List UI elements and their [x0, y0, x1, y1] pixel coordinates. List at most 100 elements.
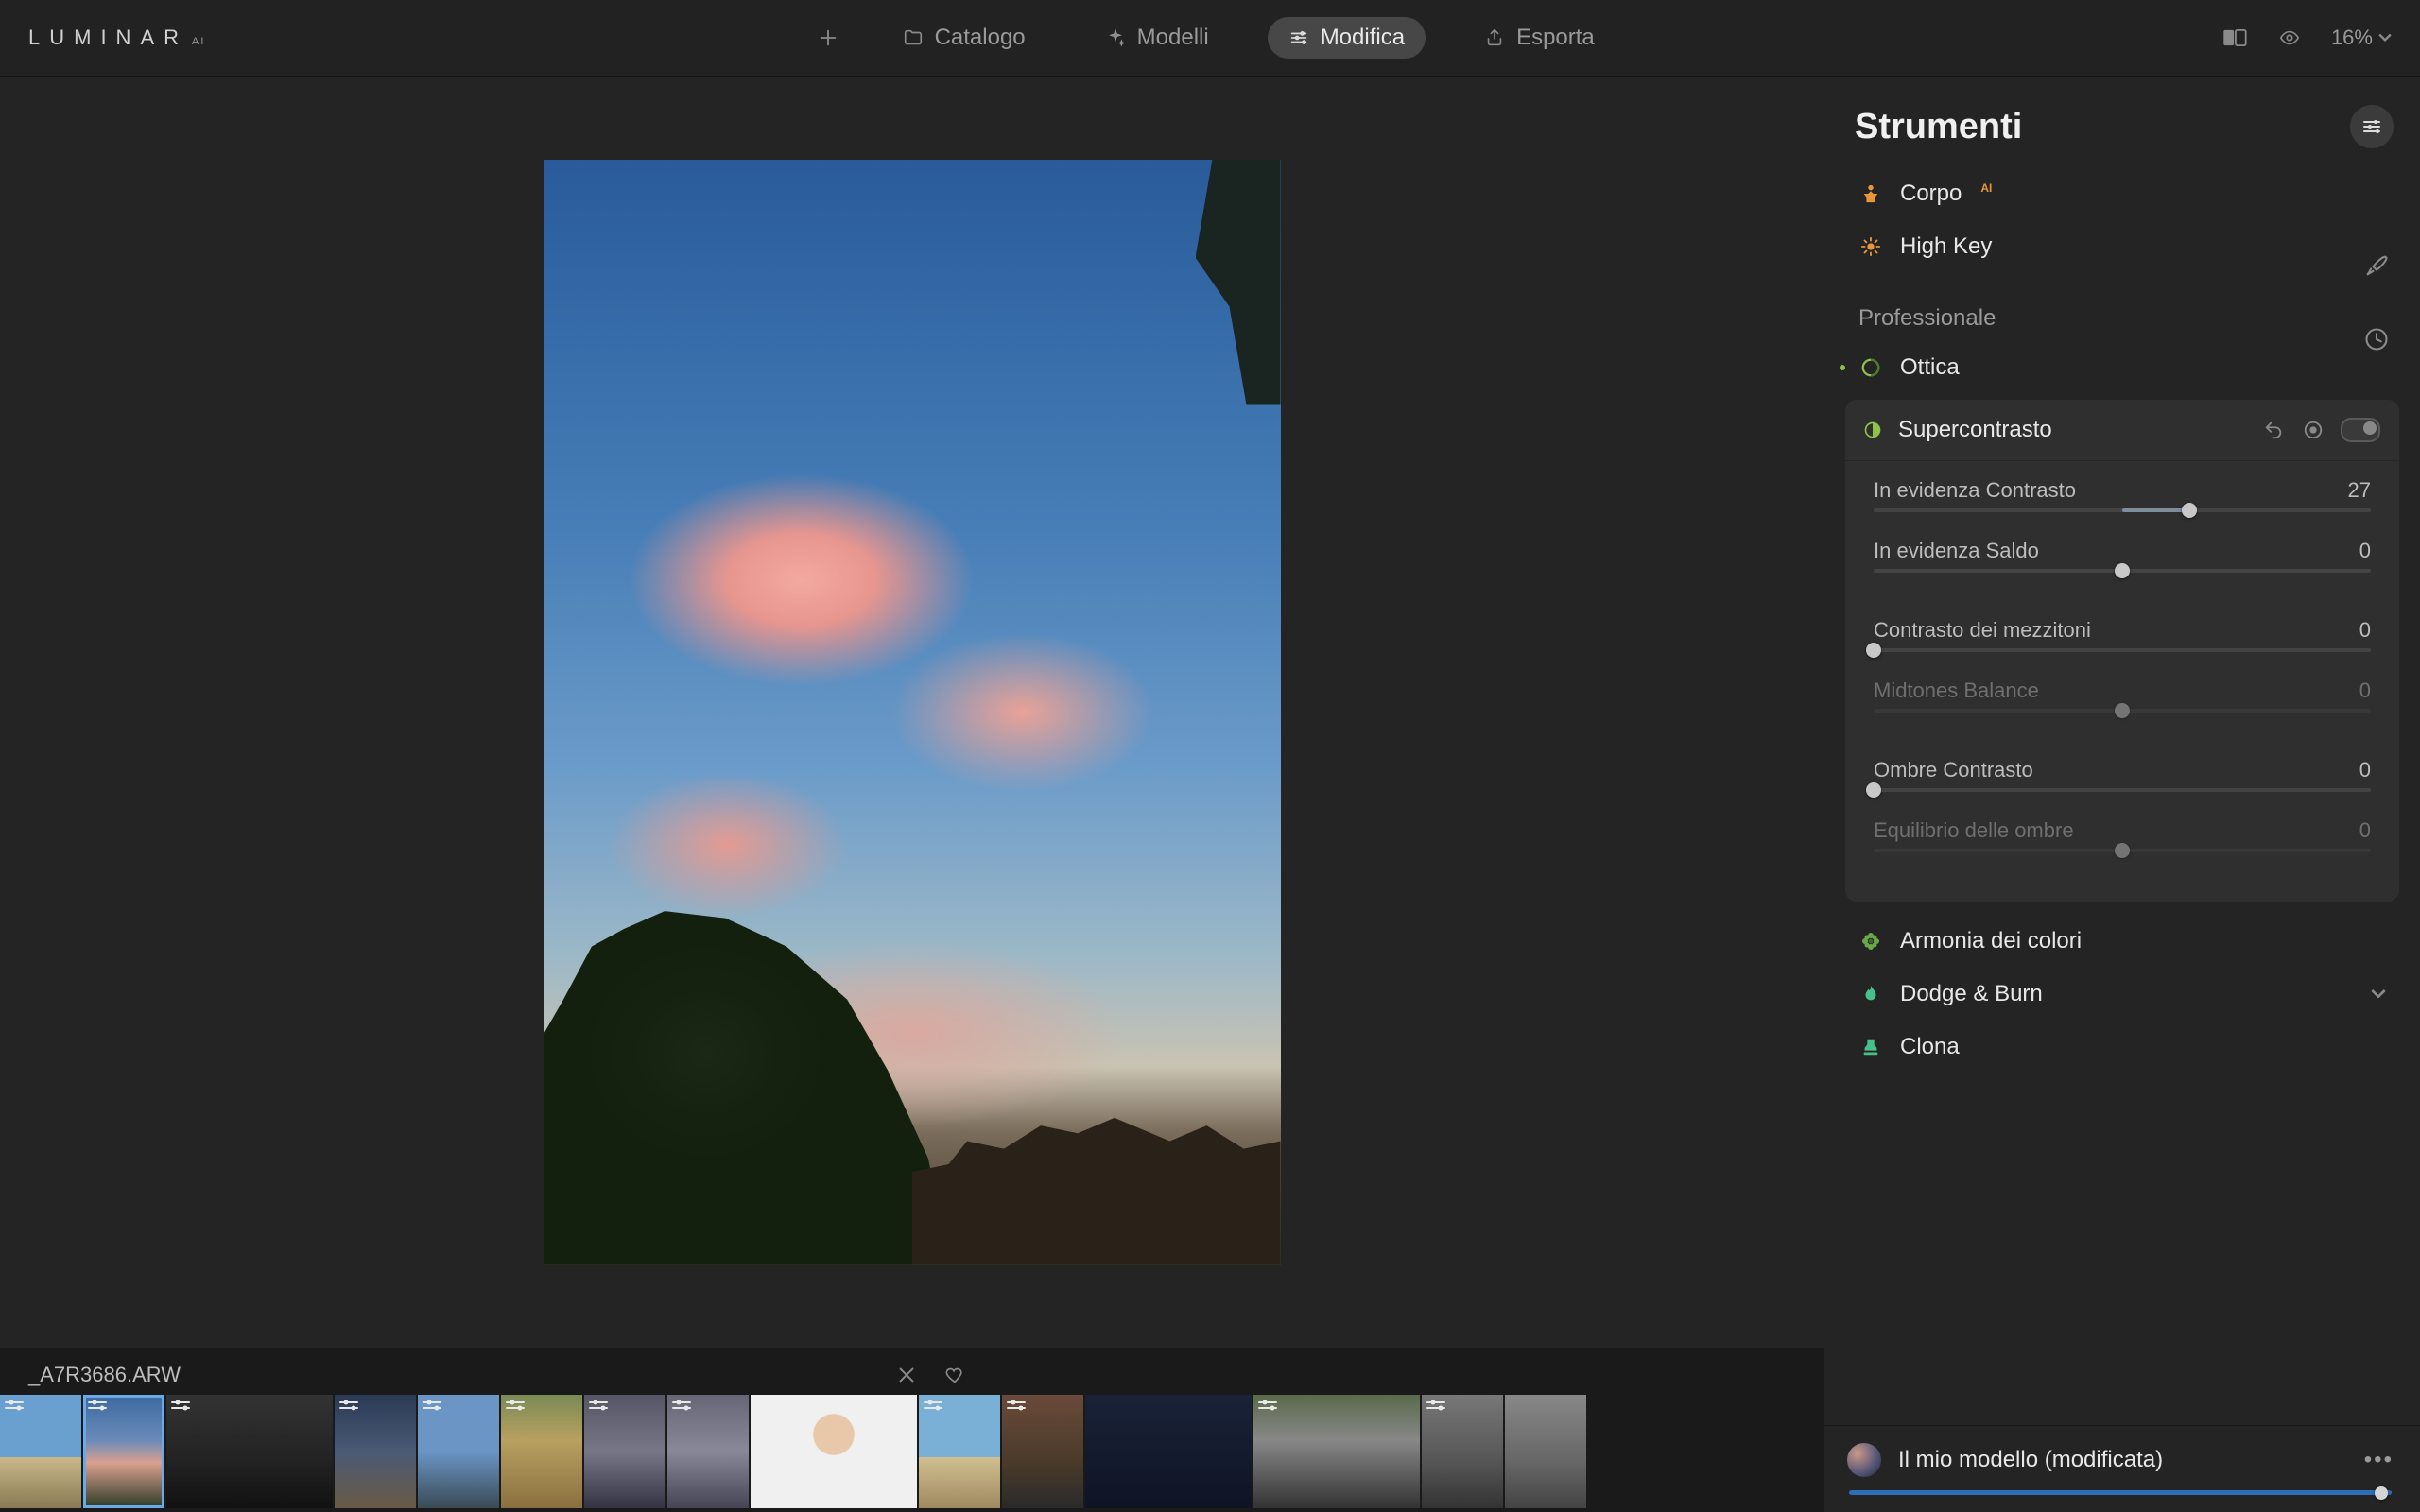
visibility-toggle[interactable] — [2341, 418, 2380, 442]
slider-track[interactable] — [1874, 849, 2371, 852]
main-tabs: Catalogo Modelli Modifica Esporta — [812, 17, 1616, 59]
slider-value: 0 — [2360, 539, 2371, 563]
tool-highkey[interactable]: High Key — [1845, 220, 2399, 273]
thumb[interactable] — [667, 1395, 749, 1508]
preview-button[interactable] — [2276, 27, 2303, 48]
thumb[interactable] — [418, 1395, 499, 1508]
thumb[interactable] — [83, 1395, 164, 1508]
tool-optics[interactable]: Ottica — [1845, 341, 2399, 394]
share-icon — [1484, 27, 1505, 48]
reject-button[interactable] — [892, 1361, 921, 1389]
photo-preview — [544, 160, 1281, 1265]
tool-highkey-label: High Key — [1900, 233, 1992, 260]
slider-handle[interactable] — [1866, 643, 1881, 658]
tool-color-harmony-label: Armonia dei colori — [1900, 928, 2082, 954]
tool-clone[interactable]: Clona — [1845, 1021, 2399, 1074]
compare-button[interactable] — [2221, 29, 2248, 46]
slider-row: In evidenza Saldo 0 — [1874, 539, 2371, 573]
slider-handle[interactable] — [2182, 503, 2197, 518]
edited-badge-icon — [338, 1399, 365, 1412]
zoom-dropdown[interactable]: 16% — [2331, 26, 2392, 50]
add-button[interactable] — [812, 22, 844, 54]
history-icon[interactable] — [2363, 326, 2392, 354]
template-row: Il mio modello (modificata) ••• — [1847, 1443, 2394, 1477]
slider-track[interactable] — [1874, 569, 2371, 573]
tab-export-label: Esporta — [1516, 25, 1595, 51]
thumb[interactable] — [1085, 1395, 1252, 1508]
tool-supercontrast-label: Supercontrasto — [1898, 417, 2052, 443]
template-amount-slider[interactable] — [1849, 1490, 2392, 1495]
flame-icon — [1858, 982, 1883, 1006]
sparkle-icon — [1105, 27, 1126, 48]
folder-icon — [903, 27, 924, 48]
undo-button[interactable] — [2261, 418, 2286, 442]
slider-value: 0 — [2360, 618, 2371, 643]
tool-clone-label: Clona — [1900, 1034, 1960, 1060]
favorite-button[interactable] — [940, 1361, 970, 1389]
slider-handle[interactable] — [2115, 843, 2130, 858]
thumb[interactable] — [1422, 1395, 1503, 1508]
sun-icon — [1858, 234, 1883, 259]
heart-icon — [943, 1365, 966, 1385]
slider-row: Ombre Contrasto0 — [1874, 758, 2371, 792]
thumb[interactable] — [501, 1395, 582, 1508]
slider-track[interactable] — [1874, 648, 2371, 652]
thumb[interactable] — [751, 1395, 917, 1508]
sliders-icon — [1288, 27, 1309, 48]
edited-badge-icon — [170, 1399, 197, 1412]
tool-supercontrast-head[interactable]: Supercontrasto — [1845, 400, 2399, 461]
slider-track[interactable] — [1874, 709, 2371, 713]
tool-head-icons — [2261, 418, 2380, 442]
filmstrip[interactable] — [0, 1395, 1824, 1512]
brush-icon[interactable] — [2363, 252, 2392, 281]
slider-handle[interactable] — [2375, 1486, 2388, 1500]
slider-row: In evidenza Contrasto27 — [1874, 478, 2371, 512]
thumb[interactable] — [1002, 1395, 1083, 1508]
slider-label: Contrasto dei mezzitoni — [1874, 618, 2091, 643]
tab-edit[interactable]: Modifica — [1268, 17, 1426, 59]
tab-templates-label: Modelli — [1137, 25, 1209, 51]
tab-templates[interactable]: Modelli — [1084, 17, 1230, 59]
thumb[interactable] — [584, 1395, 666, 1508]
zoom-value: 16% — [2331, 26, 2373, 50]
right-panel: Strumenti Corpo AI Hig — [1824, 77, 2420, 1512]
tool-body[interactable]: Corpo AI — [1845, 167, 2399, 220]
canvas[interactable] — [0, 77, 1824, 1348]
template-thumb — [1847, 1443, 1881, 1477]
tool-color-harmony[interactable]: Armonia dei colori — [1845, 915, 2399, 968]
thumb[interactable] — [335, 1395, 416, 1508]
x-icon — [896, 1365, 917, 1385]
supercontrast-sliders: In evidenza Contrasto27 In evidenza Saldo… — [1845, 461, 2399, 852]
canvas-area: _A7R3686.ARW — [0, 77, 1824, 1512]
thumb[interactable] — [919, 1395, 1000, 1508]
slider-value: 0 — [2360, 758, 2371, 782]
slider-handle[interactable] — [1866, 782, 1881, 798]
photo-buildings — [912, 1110, 1281, 1265]
thumb[interactable] — [1505, 1395, 1586, 1508]
tool-supercontrast-panel: Supercontrasto In evidenza Contrasto27In… — [1845, 400, 2399, 902]
thumb[interactable] — [166, 1395, 333, 1508]
edited-badge-icon — [671, 1399, 698, 1412]
panel-edits-button[interactable] — [2350, 105, 2394, 148]
slider-track[interactable] — [1874, 508, 2371, 512]
slider-row: Midtones Balance0 — [1874, 679, 2371, 713]
tool-dodge-burn[interactable]: Dodge & Burn — [1845, 968, 2399, 1021]
mask-button[interactable] — [2301, 418, 2325, 442]
thumb[interactable] — [0, 1395, 81, 1508]
slider-handle[interactable] — [2115, 703, 2130, 718]
person-icon — [1858, 181, 1883, 206]
slider-track[interactable] — [1874, 788, 2371, 792]
logo-text: LUMINAR — [28, 26, 188, 50]
slider-label: In evidenza Saldo — [1874, 539, 2039, 563]
edited-badge-icon — [1426, 1399, 1452, 1412]
thumb[interactable] — [1253, 1395, 1420, 1508]
section-professional: Professionale — [1845, 273, 2399, 341]
panel-header: Strumenti — [1824, 77, 2420, 167]
slider-value: 0 — [2360, 679, 2371, 703]
tab-catalog[interactable]: Catalogo — [882, 17, 1046, 59]
edited-badge-icon — [1257, 1399, 1284, 1412]
tab-export[interactable]: Esporta — [1463, 17, 1616, 59]
slider-handle[interactable] — [2115, 563, 2130, 578]
ai-badge: AI — [1980, 181, 1992, 195]
template-menu-button[interactable]: ••• — [2364, 1447, 2394, 1473]
